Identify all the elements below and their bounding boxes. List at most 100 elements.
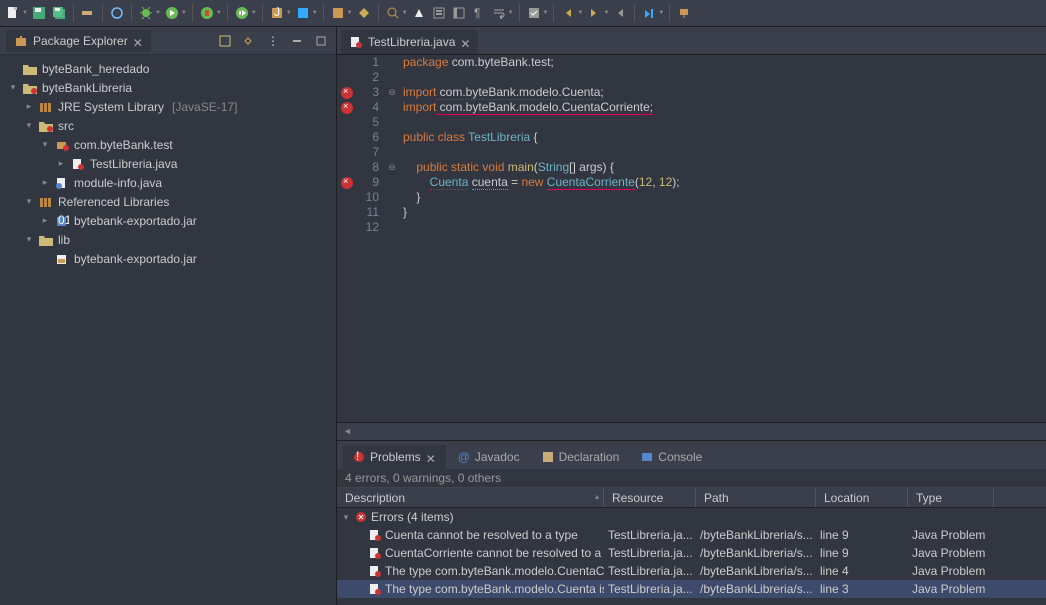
tree-jre[interactable]: ▸JRE System Library[JavaSE-17] [0,97,336,116]
project-tree[interactable]: byteBank_heredado ▾byteBankLibreria ▸JRE… [0,55,336,605]
save-icon[interactable] [30,4,48,22]
bottom-tab-bar: !Problems✕ @Javadoc Declaration Console [337,441,1046,469]
col-path[interactable]: Path [696,488,816,507]
tree-file[interactable]: ▸module-info.java [0,173,336,192]
problem-item[interactable]: CuentaCorriente cannot be resolved to a … [337,544,1046,562]
java-error-icon [369,583,381,595]
col-resource[interactable]: Resource [604,488,696,507]
tree-file[interactable]: ▸TestLibreria.java [0,154,336,173]
tree-project[interactable]: byteBank_heredado [0,59,336,78]
tree-project[interactable]: ▾byteBankLibreria [0,78,336,97]
problems-group[interactable]: ▾Errors (4 items) [337,508,1046,526]
last-edit-icon[interactable] [611,4,629,22]
link-editor-icon[interactable] [240,32,258,50]
svg-text:!: ! [356,451,359,463]
new-class-icon[interactable] [329,4,347,22]
error-marker-icon[interactable] [341,102,353,114]
problem-item[interactable]: Cuenta cannot be resolved to a type Test… [337,526,1046,544]
scroll-left-icon[interactable]: ◄ [343,426,355,438]
editor-tab-bar: TestLibreria.java ✕ [337,27,1046,55]
new-java-icon[interactable]: J [268,4,286,22]
debug-icon[interactable] [137,4,155,22]
fold-gutter: ⊖⊖ [385,55,399,422]
line-number-gutter: 123456789101112 [357,55,385,422]
tab-javadoc[interactable]: @Javadoc [448,445,530,469]
src-folder-icon [38,118,54,134]
editor-tab-label: TestLibreria.java [368,35,455,49]
package-explorer-panel: Package Explorer ✕ ⋮ byteBank_heredado ▾… [0,27,337,605]
highlight-icon[interactable] [410,4,428,22]
col-spacer [994,488,1046,507]
minimize-icon[interactable] [288,32,306,50]
package-explorer-tab[interactable]: Package Explorer ✕ [6,30,151,52]
code-area[interactable]: package com.byteBank.test; import com.by… [399,55,1046,422]
problems-panel: !Problems✕ @Javadoc Declaration Console … [337,440,1046,605]
package-icon [14,34,28,48]
problem-item[interactable]: The type com.byteBank.modelo.CuentaCorri… [337,562,1046,580]
problem-item[interactable]: The type com.byteBank.modelo.Cuenta is n… [337,580,1046,598]
toggle-breadcrumb-icon[interactable] [79,4,97,22]
forward-icon[interactable] [585,4,603,22]
tab-problems[interactable]: !Problems✕ [343,445,446,469]
tab-declaration[interactable]: Declaration [532,445,630,469]
col-description[interactable]: Description▴ [337,488,604,507]
library-icon [38,99,54,115]
wordwrap-icon[interactable] [490,4,508,22]
code-editor[interactable]: 123456789101112 ⊖⊖ package com.byteBank.… [337,55,1046,422]
save-all-icon[interactable] [50,4,68,22]
maximize-icon[interactable] [312,32,330,50]
view-menu-icon[interactable]: ⋮ [264,32,282,50]
svg-text:¶: ¶ [474,6,480,20]
marker-gutter [337,55,357,422]
sort-indicator-icon: ▴ [595,492,599,501]
toggle-mark-icon[interactable] [525,4,543,22]
search-icon[interactable] [384,4,402,22]
tree-src[interactable]: ▾src [0,116,336,135]
library-icon [38,194,54,210]
col-location[interactable]: Location [816,488,908,507]
tree-package[interactable]: ▾com.byteBank.test [0,135,336,154]
back-icon[interactable] [559,4,577,22]
next-annotation-icon[interactable] [640,4,658,22]
jar-icon [54,251,70,267]
svg-text:010: 010 [58,215,69,227]
annotations-icon[interactable] [430,4,448,22]
editor-tab[interactable]: TestLibreria.java ✕ [341,30,478,54]
new-package-icon[interactable] [294,4,312,22]
java-error-icon [369,565,381,577]
javadoc-icon: @ [458,450,470,464]
console-icon [641,451,653,463]
tree-jar[interactable]: ▸010bytebank-exportado.jar [0,211,336,230]
horizontal-scrollbar[interactable]: ◄ [337,422,1046,440]
new-icon[interactable] [4,4,22,22]
focus-task-icon[interactable] [216,32,234,50]
jar-icon: 010 [54,213,70,229]
declaration-icon [542,451,554,463]
open-type-icon[interactable] [355,4,373,22]
problems-list[interactable]: ▾Errors (4 items) Cuenta cannot be resol… [337,508,1046,605]
error-marker-icon[interactable] [341,177,353,189]
coverage-icon[interactable] [198,4,216,22]
col-type[interactable]: Type [908,488,994,507]
package-explorer-header: Package Explorer ✕ ⋮ [0,27,336,55]
run-icon[interactable] [163,4,181,22]
skip-breakpoints-icon[interactable] [108,4,126,22]
error-marker-icon[interactable] [341,87,353,99]
tree-jar[interactable]: bytebank-exportado.jar [0,249,336,268]
problems-icon: ! [353,451,365,463]
close-icon[interactable]: ✕ [460,37,470,47]
run-last-icon[interactable] [233,4,251,22]
error-icon [355,511,367,523]
tab-console[interactable]: Console [631,445,712,469]
block-select-icon[interactable] [450,4,468,22]
whitespace-icon[interactable]: ¶ [470,4,488,22]
close-icon[interactable]: ✕ [133,36,143,46]
folder-icon [38,232,54,248]
tree-lib[interactable]: ▾lib [0,230,336,249]
tree-reflib[interactable]: ▾Referenced Libraries [0,192,336,211]
java-file-icon [54,175,70,191]
pin-editor-icon[interactable] [675,4,693,22]
problems-header-row: Description▴ Resource Path Location Type [337,487,1046,508]
package-explorer-title: Package Explorer [33,34,128,48]
close-icon[interactable]: ✕ [426,452,436,462]
